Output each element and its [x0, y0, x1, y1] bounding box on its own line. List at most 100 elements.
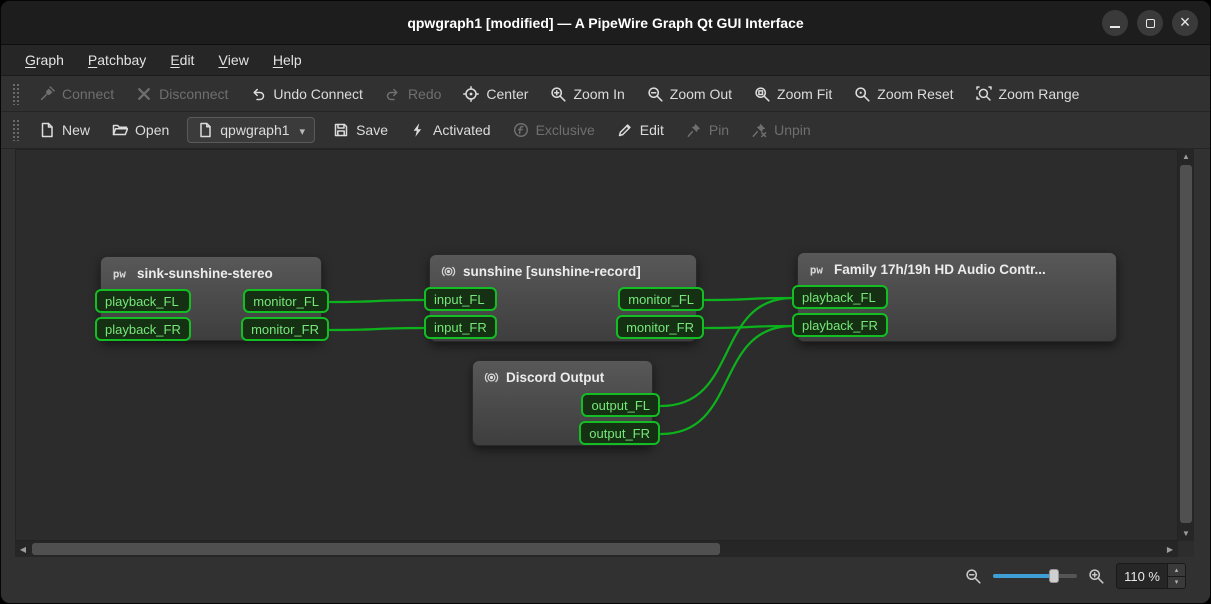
zoom-in-status-icon[interactable]: [1088, 568, 1105, 585]
zoom-spinbox[interactable]: 110 %: [1116, 563, 1186, 589]
wire-sink-monitor-fl-to-sunshine-input-fl[interactable]: [330, 300, 425, 302]
zoom-slider-fill: [993, 574, 1053, 578]
port-sunshine-input-fl[interactable]: input_FL: [424, 287, 497, 311]
toolbar-label: Edit: [640, 122, 664, 138]
toolbar-qpwgraph1-dropdown[interactable]: qpwgraph1: [187, 117, 315, 143]
port-family-playback-fr[interactable]: playback_FR: [792, 313, 888, 337]
patchbay-file-icon: [197, 122, 213, 138]
unpin-icon: [751, 122, 767, 138]
toolbar-label: qpwgraph1: [220, 122, 289, 138]
zoom-spin-arrows: [1167, 564, 1185, 588]
toolbar-zoom-out-button[interactable]: Zoom Out: [636, 80, 743, 108]
toolbar-open-button[interactable]: Open: [101, 116, 180, 144]
menu-help[interactable]: Help: [261, 45, 314, 75]
port-family-playback-fl[interactable]: playback_FL: [792, 285, 888, 309]
toolbar-exclusive-button: Exclusive: [502, 116, 606, 144]
save-icon: [333, 122, 349, 138]
scroll-up-arrow-icon[interactable]: [1178, 149, 1194, 164]
horizontal-scrollbar[interactable]: [15, 541, 1178, 557]
toolbar-label: Redo: [408, 86, 441, 102]
port-sink-playback-fl[interactable]: playback_FL: [95, 289, 191, 313]
toolbar-label: Center: [486, 86, 528, 102]
zoom-value: 110 %: [1117, 564, 1167, 588]
toolbar-zoom-reset-button[interactable]: Zoom Reset: [843, 80, 964, 108]
scroll-right-arrow-icon[interactable]: [1162, 541, 1178, 557]
scroll-down-arrow-icon[interactable]: [1178, 526, 1194, 541]
zoom-slider[interactable]: [993, 568, 1077, 584]
scroll-left-arrow-icon[interactable]: [15, 541, 31, 557]
toolbar-label: Save: [356, 122, 388, 138]
menu-patchbay[interactable]: Patchbay: [76, 45, 158, 75]
toolbar-center-button[interactable]: Center: [452, 80, 539, 108]
toolbar-label: Connect: [62, 86, 114, 102]
monitor-source-icon: [484, 370, 499, 385]
toolbar-label: Activated: [433, 122, 491, 138]
close-button[interactable]: [1172, 10, 1198, 36]
port-sink-monitor-fl[interactable]: monitor_FL: [243, 289, 329, 313]
zoom-reset-icon: [854, 86, 870, 102]
zoom-out-status-icon[interactable]: [965, 568, 982, 585]
maximize-icon: [1146, 19, 1155, 28]
zoom-range-icon: [976, 86, 992, 102]
node-title: sink-sunshine-stereo: [137, 266, 273, 281]
menu-graph[interactable]: Graph: [13, 45, 76, 75]
toolbar-new-button[interactable]: New: [28, 116, 101, 144]
minimize-icon: [1110, 26, 1120, 28]
toolbar-zoom-range-button[interactable]: Zoom Range: [965, 80, 1091, 108]
node-family[interactable]: pwFamily 17h/19h HD Audio Contr...playba…: [797, 252, 1117, 342]
toolbar-label: New: [62, 122, 90, 138]
toolbar-handle-icon[interactable]: [12, 83, 19, 105]
maximize-button[interactable]: [1137, 10, 1163, 36]
toolbar-handle-icon[interactable]: [12, 119, 19, 141]
zoom-slider-handle[interactable]: [1049, 569, 1059, 583]
toolbar-activated-button[interactable]: Activated: [399, 116, 502, 144]
menu-view[interactable]: View: [206, 45, 260, 75]
menubar: GraphPatchbayEditViewHelp: [1, 45, 1210, 76]
port-sink-monitor-fr[interactable]: monitor_FR: [241, 317, 329, 341]
minimize-button[interactable]: [1102, 10, 1128, 36]
port-discord-output-fl[interactable]: output_FL: [581, 393, 660, 417]
zoom-spin-up-icon[interactable]: [1168, 564, 1185, 577]
toolbar-label: Open: [135, 122, 169, 138]
node-header: sunshine [sunshine-record]: [430, 255, 696, 284]
toolbar-undo-connect-button[interactable]: Undo Connect: [239, 80, 374, 108]
port-sunshine-monitor-fl[interactable]: monitor_FL: [618, 287, 704, 311]
node-header: Discord Output: [473, 361, 652, 390]
toolbar-label: Zoom Fit: [777, 86, 832, 102]
toolbar-save-button[interactable]: Save: [322, 116, 399, 144]
horizontal-scrollbar-handle[interactable]: [32, 543, 720, 555]
zoom-spin-down-icon[interactable]: [1168, 577, 1185, 589]
port-sunshine-monitor-fr[interactable]: monitor_FR: [616, 315, 704, 339]
titlebar[interactable]: qpwgraph1 [modified] — A PipeWire Graph …: [1, 1, 1210, 45]
wire-sink-monitor-fr-to-sunshine-input-fr[interactable]: [330, 328, 425, 330]
activated-bolt-icon: [410, 122, 426, 138]
statusbar: 110 %: [1, 557, 1210, 604]
svg-text:pw: pw: [810, 263, 823, 275]
toolbar-connect-button: Connect: [28, 80, 125, 108]
node-discord[interactable]: Discord Outputoutput_FLoutput_FR: [472, 360, 653, 446]
toolbar-zoom-fit-button[interactable]: Zoom Fit: [743, 80, 843, 108]
svg-text:pw: pw: [113, 267, 126, 279]
toolbar-edit-button[interactable]: Edit: [606, 116, 675, 144]
graph-canvas[interactable]: pwsink-sunshine-stereoplayback_FLplaybac…: [15, 149, 1178, 541]
toolbar-redo-button: Redo: [374, 80, 452, 108]
toolbar-label: Pin: [709, 122, 729, 138]
wire-discord-output-fr-to-family-playback-fr[interactable]: [661, 326, 793, 434]
node-title: Family 17h/19h HD Audio Contr...: [834, 262, 1046, 277]
node-header: pw Family 17h/19h HD Audio Contr...: [798, 253, 1116, 282]
node-sink[interactable]: pwsink-sunshine-stereoplayback_FLplaybac…: [100, 256, 322, 341]
toolbar-zoom-in-button[interactable]: Zoom In: [539, 80, 635, 108]
toolbar-label: Unpin: [774, 122, 811, 138]
node-sunshine[interactable]: sunshine [sunshine-record]input_FLinput_…: [429, 254, 697, 342]
edit-pencil-icon: [617, 122, 633, 138]
port-sunshine-input-fr[interactable]: input_FR: [424, 315, 497, 339]
pipewire-icon: pw: [112, 267, 130, 280]
port-sink-playback-fr[interactable]: playback_FR: [95, 317, 191, 341]
port-discord-output-fr[interactable]: output_FR: [579, 421, 660, 445]
new-file-icon: [39, 122, 55, 138]
menu-edit[interactable]: Edit: [158, 45, 206, 75]
vertical-scrollbar[interactable]: [1178, 149, 1194, 541]
scrollbar-corner: [1178, 541, 1194, 557]
vertical-scrollbar-handle[interactable]: [1180, 165, 1192, 523]
exclusive-icon: [513, 122, 529, 138]
